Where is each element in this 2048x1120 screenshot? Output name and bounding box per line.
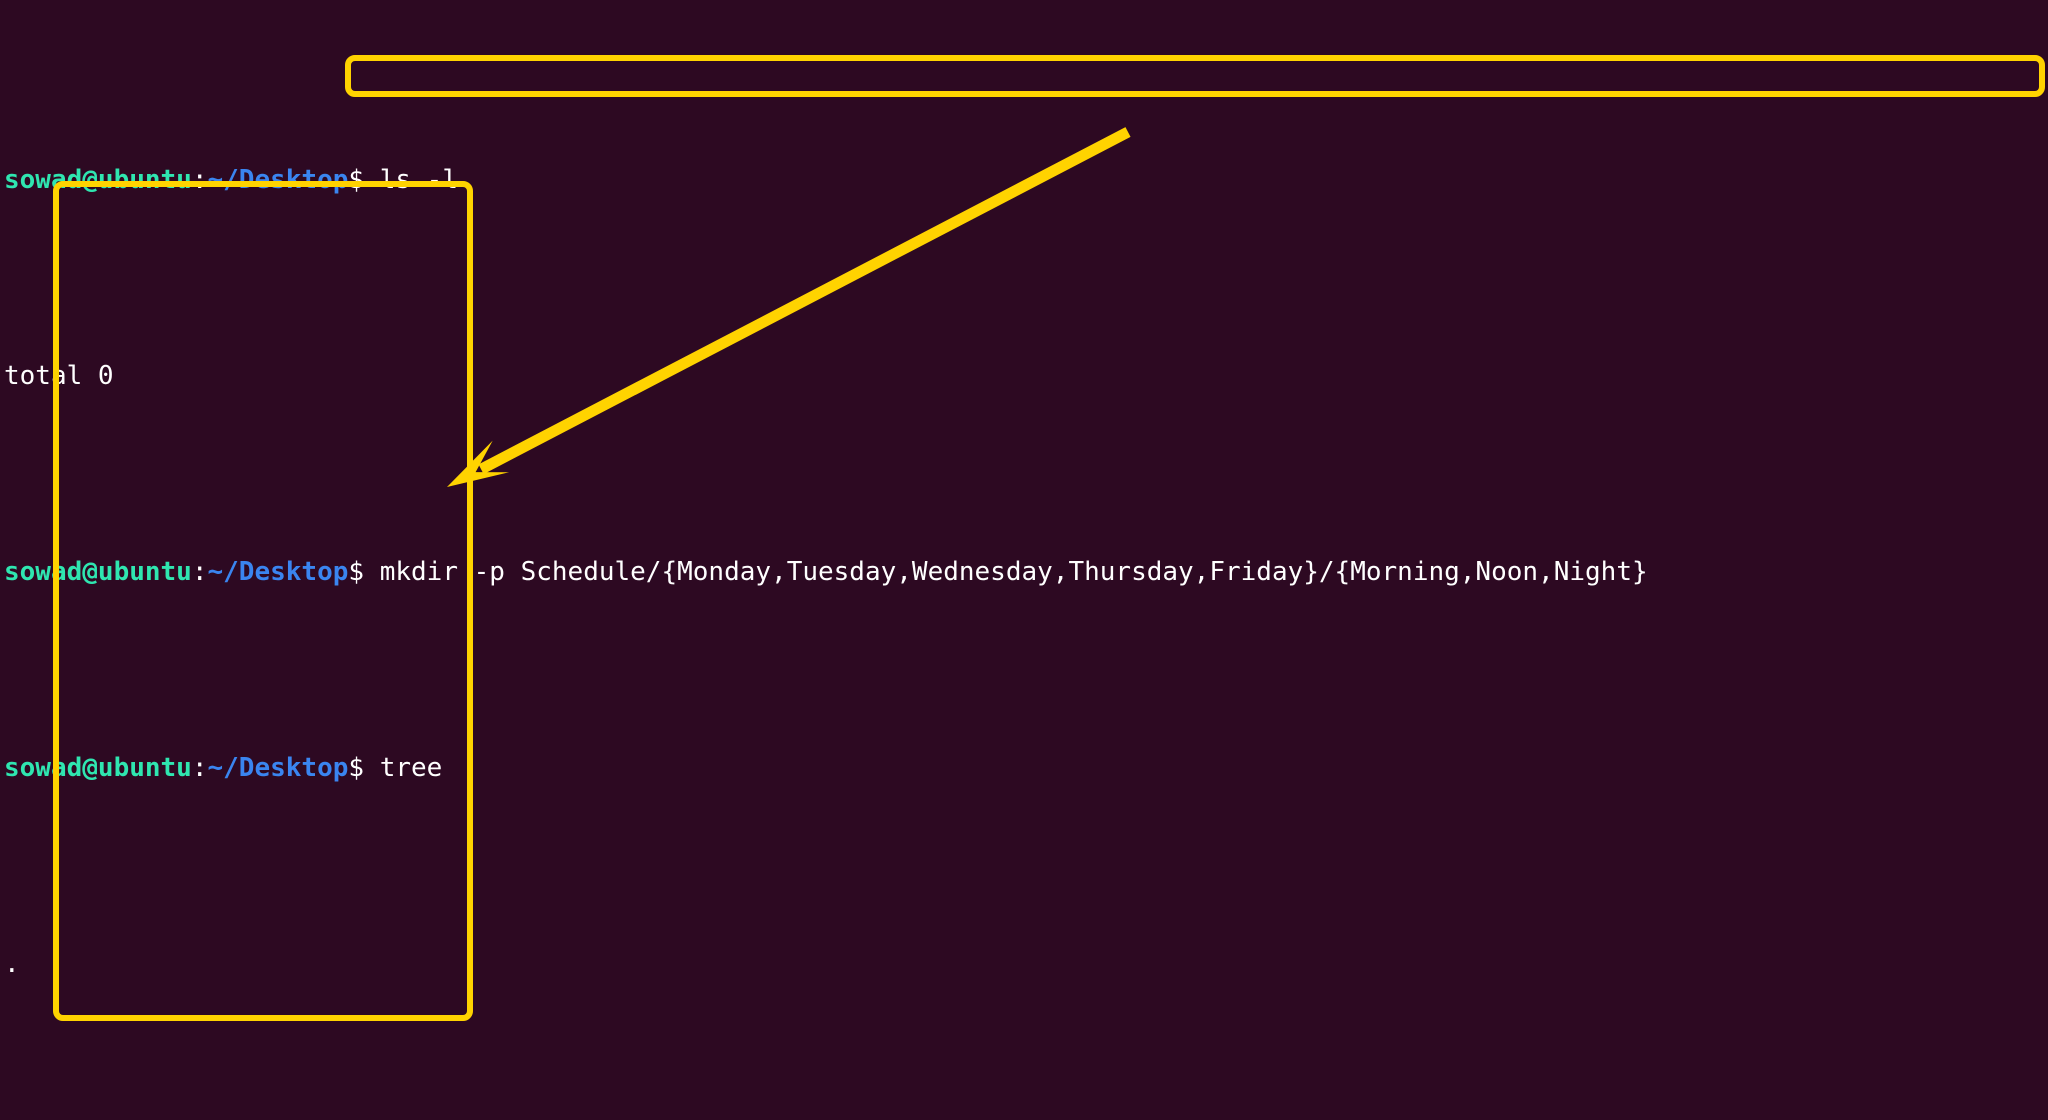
prompt-path: ~/Desktop bbox=[207, 752, 349, 783]
prompt-dollar: $ bbox=[348, 752, 365, 783]
prompt-colon: : bbox=[191, 164, 208, 195]
terminal-line-output-total: total 0 bbox=[4, 357, 2048, 396]
command-ls-text: ls -l bbox=[379, 164, 458, 195]
output-total: total 0 bbox=[4, 360, 114, 391]
prompt-colon: : bbox=[191, 752, 208, 783]
tree-root-label: . bbox=[4, 948, 20, 979]
command-tree-text: tree bbox=[379, 752, 443, 783]
prompt-user: sowad@ubuntu bbox=[4, 556, 192, 587]
prompt-path: ~/Desktop bbox=[207, 164, 349, 195]
terminal-line-command-ls: sowad@ubuntu:~/Desktop$ ls -l bbox=[4, 161, 2048, 200]
terminal-window[interactable]: sowad@ubuntu:~/Desktop$ ls -l total 0 so… bbox=[0, 0, 2048, 1120]
prompt-user: sowad@ubuntu bbox=[4, 164, 192, 195]
prompt-user: sowad@ubuntu bbox=[4, 752, 192, 783]
terminal-line-command-tree: sowad@ubuntu:~/Desktop$ tree bbox=[4, 749, 2048, 788]
prompt-dollar: $ bbox=[348, 556, 365, 587]
tree-root-dot: . bbox=[4, 945, 2048, 984]
command-ls bbox=[364, 165, 380, 195]
prompt-dollar: $ bbox=[348, 164, 365, 195]
command-mkdir-text: mkdir -p Schedule/{Monday,Tuesday,Wednes… bbox=[379, 556, 1648, 587]
terminal-line-command-mkdir: sowad@ubuntu:~/Desktop$ mkdir -p Schedul… bbox=[4, 553, 2048, 592]
prompt-path: ~/Desktop bbox=[207, 556, 349, 587]
terminal-screen[interactable]: sowad@ubuntu:~/Desktop$ ls -l total 0 so… bbox=[0, 0, 2048, 1120]
prompt-colon: : bbox=[191, 556, 208, 587]
